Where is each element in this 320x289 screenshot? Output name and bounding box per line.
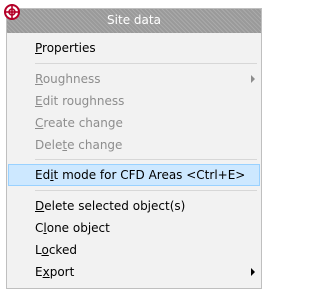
menu-item-export[interactable]: Export: [8, 261, 260, 283]
menu-item-roughness[interactable]: Roughness: [8, 68, 260, 90]
menu-item-label: Export: [35, 265, 75, 279]
menu-item-label: Create change: [35, 116, 123, 130]
submenu-arrow-icon: [251, 75, 255, 83]
menu-item-label: Delete selected object(s): [35, 199, 186, 213]
submenu-arrow-icon: [251, 268, 255, 276]
menu-item-label: Roughness: [35, 72, 101, 86]
site-crosshair-icon: [4, 4, 20, 20]
menu-item-label: Properties: [35, 41, 96, 55]
menu-item-label: Edit mode for CFD Areas <Ctrl+E>: [35, 168, 246, 182]
menu-item-label: Delete change: [35, 138, 123, 152]
menu-item-clone-object[interactable]: Clone object: [8, 217, 260, 239]
menu-item-locked[interactable]: Locked: [8, 239, 260, 261]
menu-item-edit-roughness[interactable]: Edit roughness: [8, 90, 260, 112]
menu-item-edit-mode-cfd-areas[interactable]: Edit mode for CFD Areas <Ctrl+E>: [8, 164, 260, 186]
site-data-context-menu: Site data Properties Roughness Edit roug…: [6, 8, 262, 289]
menu-separator: [35, 190, 257, 191]
menu-item-delete-change[interactable]: Delete change: [8, 134, 260, 156]
menu-item-label: Edit roughness: [35, 94, 125, 108]
menu-item-label: Clone object: [35, 221, 110, 235]
menu-header-title: Site data: [107, 13, 161, 27]
menu-header: Site data: [7, 9, 261, 33]
menu-separator: [35, 159, 257, 160]
menu-item-delete-selected[interactable]: Delete selected object(s): [8, 195, 260, 217]
menu-item-create-change[interactable]: Create change: [8, 112, 260, 134]
menu-separator: [35, 63, 257, 64]
menu-item-properties[interactable]: Properties: [8, 37, 260, 59]
menu-item-label: Locked: [35, 243, 77, 257]
